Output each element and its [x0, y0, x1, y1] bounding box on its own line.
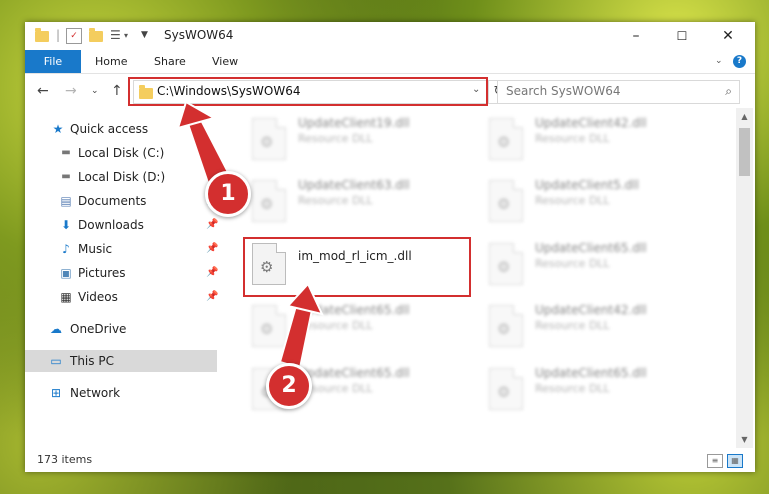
navigation-pane: ★ Quick access ▬ Local Disk (C:) ▬ Local… [25, 108, 218, 448]
star-icon: ★ [52, 122, 64, 136]
list-item[interactable]: ⚙ UpdateClient63.dll Resource DLL [246, 176, 466, 232]
sidebar-item-pictures[interactable]: ▣ Pictures 📌 [25, 262, 218, 284]
list-item[interactable]: ⚙ UpdateClient65.dll Resource DLL [246, 301, 466, 357]
vertical-scrollbar[interactable]: ▲ ▼ [736, 108, 753, 448]
tab-share[interactable]: Share [154, 50, 186, 73]
up-arrow-icon[interactable]: ↑ [111, 83, 123, 99]
pin-icon[interactable]: 📌 [206, 238, 218, 260]
list-item[interactable]: ⚙ UpdateClient42.dll Resource DLL [483, 301, 703, 357]
scroll-up-icon[interactable]: ▲ [736, 108, 753, 125]
sidebar-item-videos[interactable]: ▦ Videos 📌 [25, 286, 218, 308]
computer-icon: ▭ [50, 354, 62, 368]
help-icon[interactable]: ? [733, 55, 746, 68]
step-badge-1: 1 [205, 171, 251, 217]
rename-icon[interactable]: ☰ [110, 28, 121, 44]
address-bar[interactable]: C:\Windows\SysWOW64 ⌄ [133, 80, 488, 104]
pictures-icon: ▣ [60, 266, 72, 280]
dll-file-icon: ⚙ [489, 368, 523, 410]
drive-icon: ▬ [61, 147, 71, 158]
pin-icon[interactable]: 📌 [206, 262, 218, 284]
pin-icon[interactable]: 📌 [206, 214, 218, 236]
address-path: C:\Windows\SysWOW64 [157, 84, 301, 98]
folder-icon [139, 85, 153, 99]
download-icon: ⬇ [60, 218, 72, 232]
dll-file-icon: ⚙ [489, 243, 523, 285]
sidebar-item-network[interactable]: ⊞ Network [25, 382, 217, 404]
dll-file-icon: ⚙ [489, 118, 523, 160]
minimize-button[interactable]: – [613, 22, 659, 50]
sidebar-item-local-disk-d[interactable]: ▬ Local Disk (D:) [25, 166, 217, 188]
details-view-icon[interactable]: ≡ [707, 454, 723, 468]
file-explorer-window: | ✓ ☰ ▾ ▼ SysWOW64 – ☐ ✕ File Home Share… [25, 22, 755, 472]
title-bar: | ✓ ☰ ▾ ▼ SysWOW64 – ☐ ✕ [25, 22, 755, 50]
sidebar-item-onedrive[interactable]: ☁ OneDrive [25, 318, 217, 340]
properties-icon[interactable]: ✓ [66, 28, 82, 44]
sidebar-item-documents[interactable]: ▤ Documents 📌 [25, 190, 218, 212]
dll-file-icon: ⚙ [252, 180, 286, 222]
tab-file[interactable]: File [25, 50, 81, 73]
dll-file-icon: ⚙ [489, 305, 523, 347]
cloud-icon: ☁ [50, 322, 62, 336]
dll-file-icon: ⚙ [489, 180, 523, 222]
music-icon: ♪ [62, 242, 70, 256]
videos-icon: ▦ [60, 290, 72, 304]
network-icon: ⊞ [50, 386, 62, 400]
expand-ribbon-icon[interactable]: ⌄ [715, 50, 723, 73]
separator: | [56, 28, 61, 42]
forward-arrow-icon[interactable]: → [65, 83, 77, 99]
search-icon[interactable]: ⌕ [725, 84, 732, 99]
list-item-selected-dll[interactable]: ⚙ im_mod_rl_icm_.dll [246, 239, 466, 295]
item-count: 173 items [37, 453, 93, 466]
dll-file-icon: ⚙ [252, 305, 286, 347]
sidebar-item-downloads[interactable]: ⬇ Downloads 📌 [25, 214, 218, 236]
scroll-down-icon[interactable]: ▼ [736, 431, 753, 448]
tab-home[interactable]: Home [95, 50, 127, 73]
scroll-thumb[interactable] [739, 128, 750, 176]
sidebar-item-music[interactable]: ♪ Music 📌 [25, 238, 218, 260]
navigation-bar: ← → ⌄ ↑ C:\Windows\SysWOW64 ⌄ ↻ ⌕ [25, 74, 755, 108]
list-item[interactable]: ⚙ UpdateClient65.dll Resource DLL [483, 239, 703, 295]
drive-icon: ▬ [61, 171, 71, 182]
dropdown-icon[interactable]: ▾ [124, 31, 128, 47]
dll-file-icon: ⚙ [252, 118, 286, 160]
ribbon: File Home Share View ⌄ ? [25, 50, 755, 74]
list-item[interactable]: ⚙ UpdateClient42.dll Resource DLL [483, 114, 703, 170]
sidebar-item-local-disk-c[interactable]: ▬ Local Disk (C:) [25, 142, 217, 164]
recent-locations-icon[interactable]: ⌄ [91, 86, 99, 96]
window-title: SysWOW64 [164, 28, 234, 42]
chevron-down-icon[interactable]: ⌄ [472, 84, 480, 95]
list-item[interactable]: ⚙ UpdateClient65.dll Resource DLL [483, 364, 703, 420]
large-icons-view-icon[interactable]: ▦ [727, 454, 743, 468]
documents-icon: ▤ [60, 194, 72, 208]
search-input[interactable] [506, 83, 706, 99]
tab-view[interactable]: View [212, 50, 238, 73]
list-item[interactable]: ⚙ UpdateClient5.dll Resource DLL [483, 176, 703, 232]
status-bar: 173 items ≡ ▦ [25, 448, 755, 472]
maximize-button[interactable]: ☐ [659, 22, 705, 50]
sidebar-item-this-pc[interactable]: ▭ This PC [25, 350, 217, 372]
list-item[interactable]: ⚙ UpdateClient19.dll Resource DLL [246, 114, 466, 170]
back-arrow-icon[interactable]: ← [37, 83, 49, 99]
close-button[interactable]: ✕ [705, 22, 751, 50]
step-badge-2: 2 [266, 363, 312, 409]
pin-icon[interactable]: 📌 [206, 286, 218, 308]
search-box[interactable]: ⌕ [497, 80, 740, 104]
sidebar-item-quick-access[interactable]: ★ Quick access [25, 118, 217, 140]
dll-file-icon: ⚙ [252, 243, 286, 285]
customize-quick-access-icon[interactable]: ▼ [141, 30, 148, 46]
